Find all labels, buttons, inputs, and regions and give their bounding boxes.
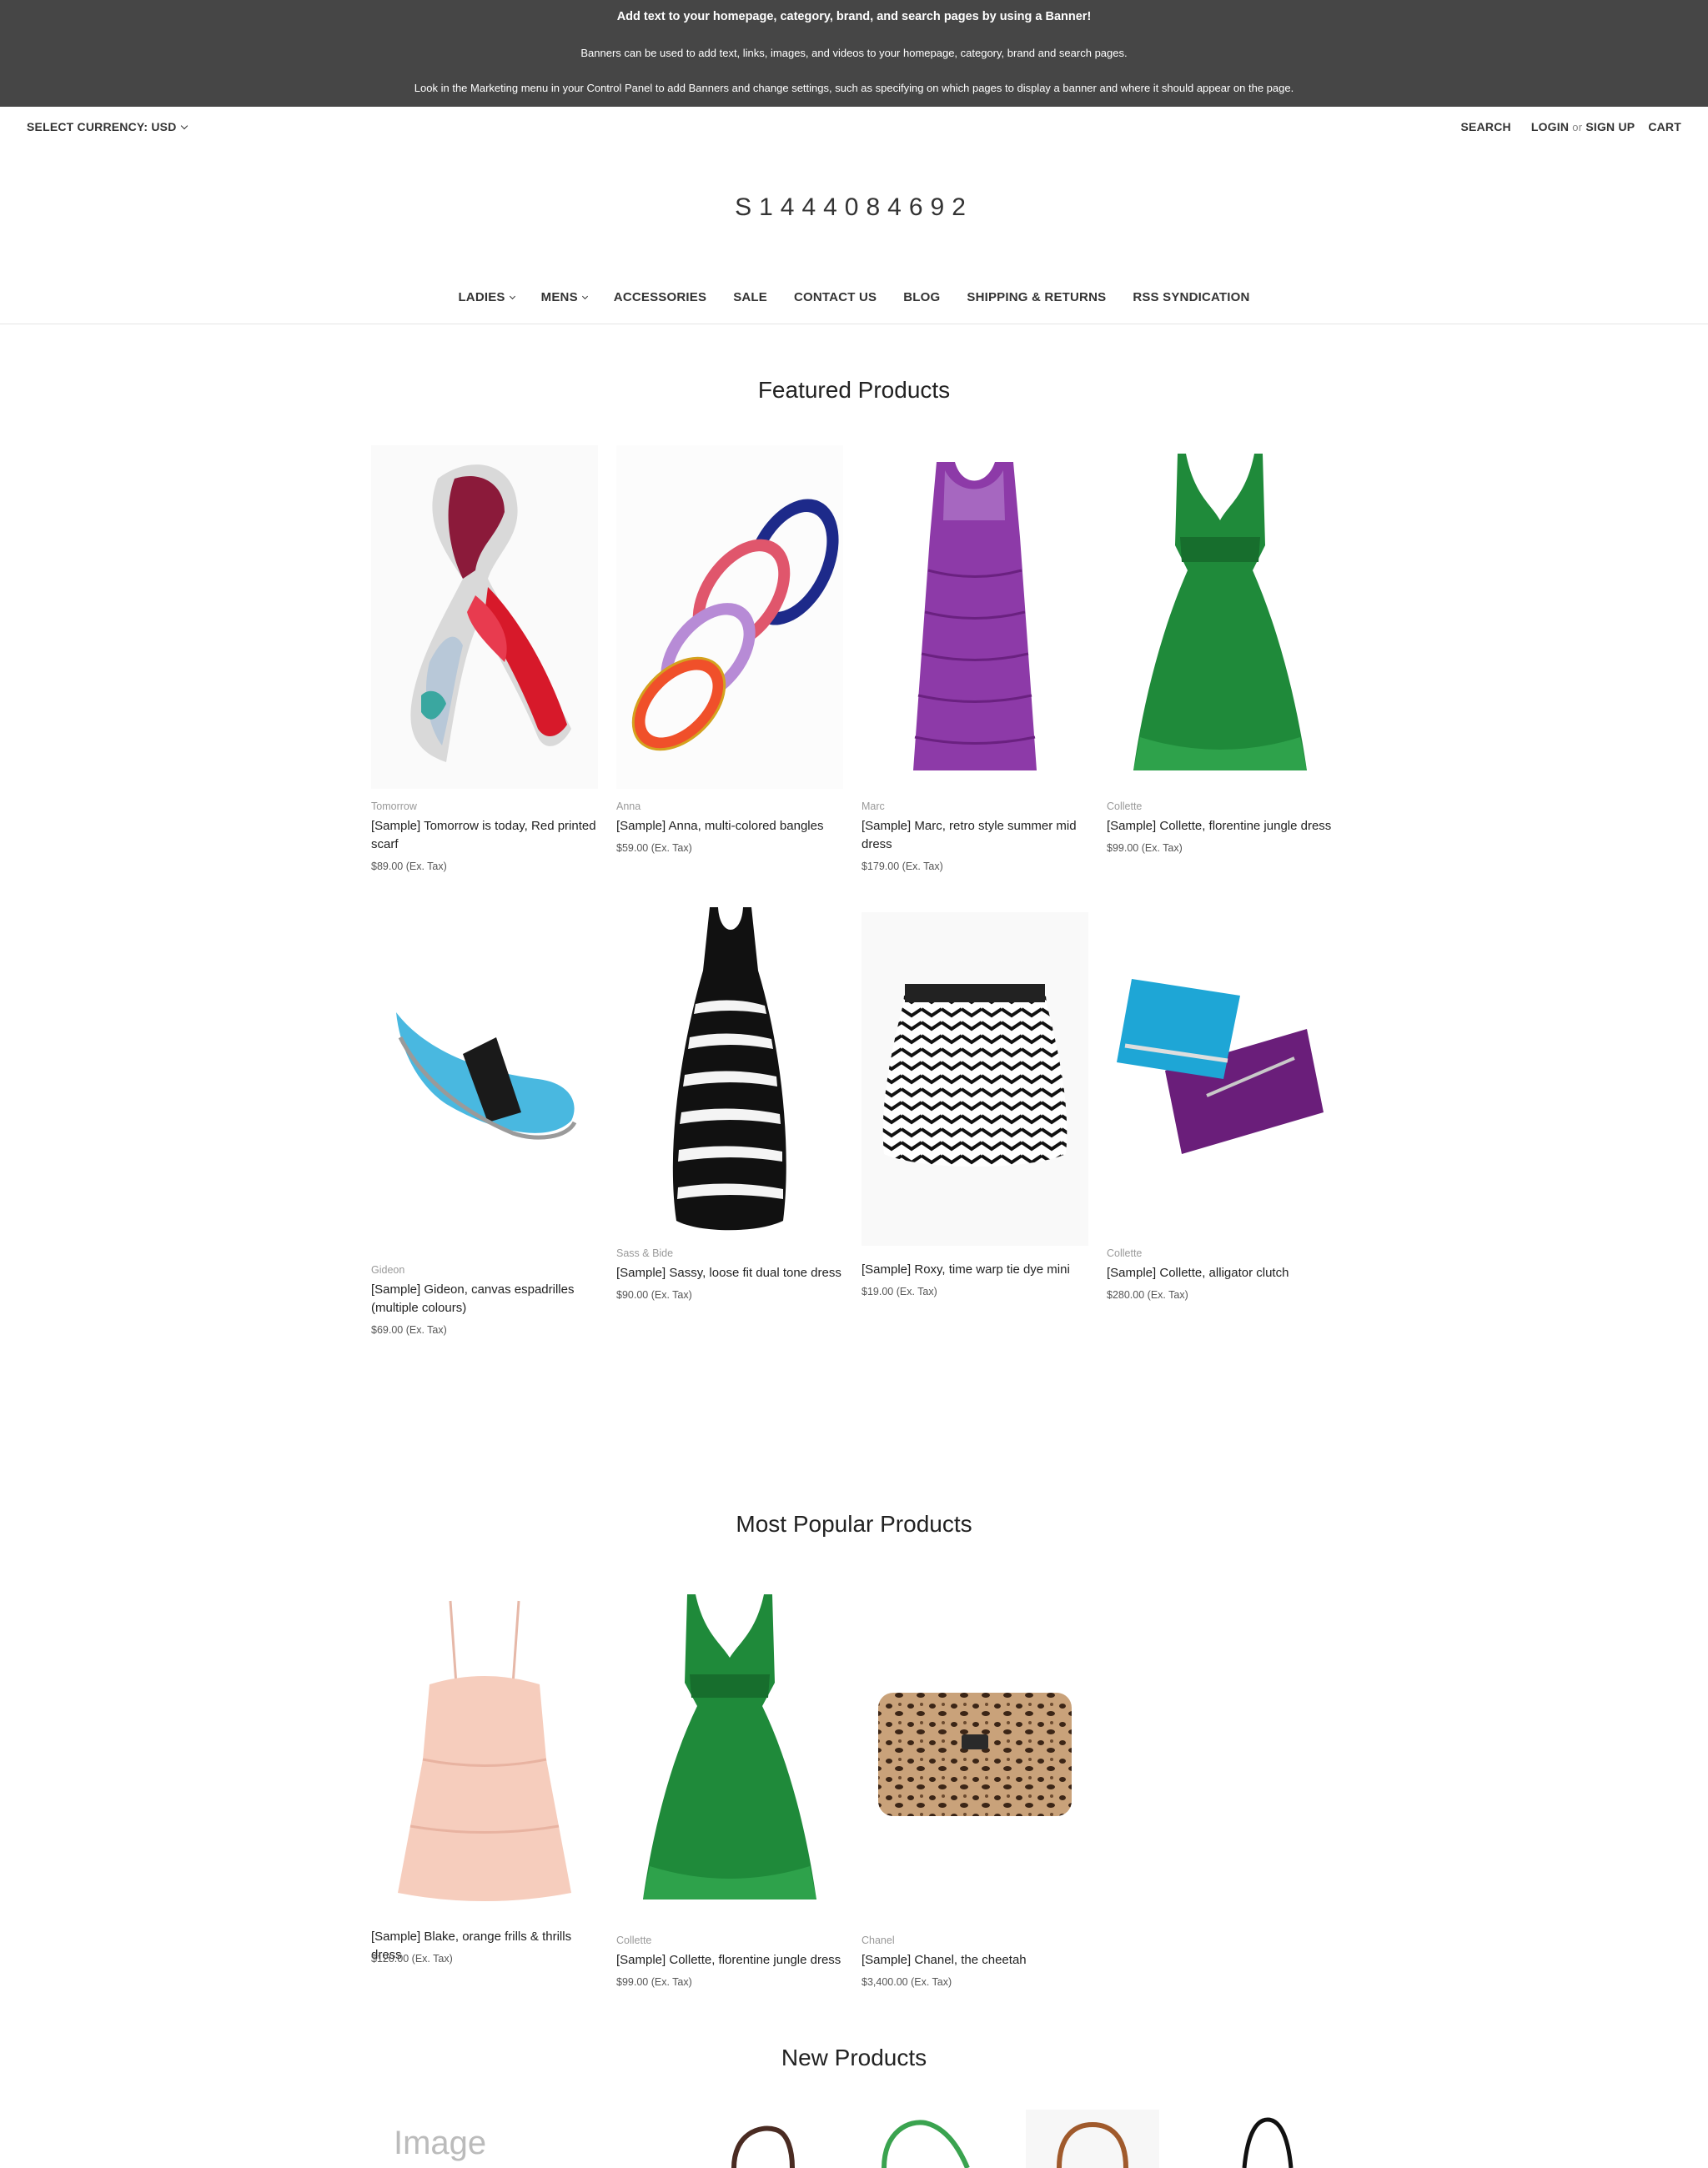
chevron-skirt-image[interactable]: [862, 912, 1088, 1246]
new-products-heading: New Products: [781, 2045, 927, 2070]
store-logo[interactable]: S1444084692: [0, 193, 1708, 222]
product-brand: Collette: [616, 1935, 652, 1946]
product-brand: Tomorrow: [371, 800, 417, 812]
product-price: $19.00 (Ex. Tax): [862, 1286, 937, 1297]
cart-link[interactable]: CART: [1648, 120, 1681, 133]
product-price: $3,400.00 (Ex. Tax): [862, 1976, 952, 1988]
product-price: $90.00 (Ex. Tax): [616, 1289, 692, 1301]
currency-selector[interactable]: SELECT CURRENCY: USD: [27, 120, 188, 133]
nav-accessories[interactable]: ACCESSORIES: [614, 290, 706, 304]
product-brand: Collette: [1107, 1247, 1143, 1259]
product-title[interactable]: [Sample] Marc, retro style summer mid dr…: [862, 817, 1088, 854]
product-title[interactable]: [Sample] Collette, alligator clutch: [1107, 1264, 1334, 1282]
clutch-image[interactable]: [1107, 904, 1334, 1247]
black-bag-image[interactable]: [1234, 2115, 1301, 2168]
product-title[interactable]: [Sample] Gideon, canvas espadrilles (mul…: [371, 1281, 598, 1317]
nav-blog[interactable]: BLOG: [903, 290, 940, 304]
nav-mens-label: MENS: [540, 290, 578, 304]
product-title[interactable]: [Sample] Collette, florentine jungle dre…: [616, 1951, 843, 1970]
espadrille-image[interactable]: [371, 904, 598, 1247]
green-dress-image[interactable]: [616, 1591, 843, 1908]
green-bag-image[interactable]: [876, 2115, 976, 2168]
chevron-down-icon: [180, 122, 188, 130]
currency-label: SELECT CURRENCY: USD: [27, 120, 177, 133]
leopard-clutch-image[interactable]: [862, 1591, 1088, 1908]
search-link[interactable]: SEARCH: [1461, 120, 1511, 133]
nav-rss[interactable]: RSS SYNDICATION: [1133, 290, 1249, 304]
product-price: $69.00 (Ex. Tax): [371, 1324, 447, 1336]
product-title[interactable]: [Sample] Sassy, loose fit dual tone dres…: [616, 1264, 843, 1282]
product-title[interactable]: [Sample] Roxy, time warp tie dye mini: [862, 1261, 1088, 1279]
login-link[interactable]: LOGIN: [1531, 120, 1569, 133]
product-brand: Sass & Bide: [616, 1247, 674, 1259]
product-price: $99.00 (Ex. Tax): [616, 1976, 692, 1988]
chevron-down-icon: [509, 293, 515, 300]
green-dress-image[interactable]: [1107, 445, 1334, 789]
nav-shipping[interactable]: SHIPPING & RETURNS: [967, 290, 1106, 304]
product-brand: Collette: [1107, 800, 1143, 812]
product-price: $89.00 (Ex. Tax): [371, 861, 447, 872]
product-title[interactable]: [Sample] Chanel, the cheetah: [862, 1951, 1088, 1970]
banner-text-secondary: Look in the Marketing menu in your Contr…: [414, 82, 1294, 94]
brown-bag-image[interactable]: [1026, 2110, 1159, 2168]
main-nav: LADIES MENS ACCESSORIES SALE CONTACT US …: [0, 290, 1708, 304]
product-brand: Gideon: [371, 1264, 405, 1276]
popular-heading: Most Popular Products: [736, 1511, 972, 1537]
nav-sale[interactable]: SALE: [733, 290, 767, 304]
image-placeholder: Image: [394, 2125, 487, 2161]
banner-text: Banners can be used to add text, links, …: [580, 47, 1128, 59]
purple-dress-image[interactable]: [862, 445, 1088, 789]
featured-heading: Featured Products: [757, 377, 951, 403]
top-bar: SELECT CURRENCY: USD SEARCH LOGIN or SIG…: [0, 107, 1708, 145]
product-brand: Anna: [616, 800, 641, 812]
product-title[interactable]: [Sample] Tomorrow is today, Red printed …: [371, 817, 598, 854]
announcement-banner: Add text to your homepage, category, bra…: [0, 0, 1708, 107]
product-price: $99.00 (Ex. Tax): [1107, 842, 1183, 854]
nav-ladies[interactable]: LADIES: [458, 290, 515, 304]
product-brand: Marc: [862, 800, 885, 812]
product-price: $120.00 (Ex. Tax): [371, 1953, 453, 1965]
nav-ladies-label: LADIES: [458, 290, 505, 304]
product-price: $179.00 (Ex. Tax): [862, 861, 943, 872]
nav-mens[interactable]: MENS: [540, 290, 588, 304]
product-brand: Chanel: [862, 1935, 895, 1946]
product-title[interactable]: [Sample] Anna, multi-colored bangles: [616, 817, 843, 836]
account-nav: SEARCH LOGIN or SIGN UP CART: [1461, 120, 1681, 133]
or-text: or: [1572, 121, 1583, 133]
product-price: $280.00 (Ex. Tax): [1107, 1289, 1188, 1301]
bag-strap-image[interactable]: [726, 2118, 801, 2168]
product-price: $59.00 (Ex. Tax): [616, 842, 692, 854]
signup-link[interactable]: SIGN UP: [1585, 120, 1635, 133]
chevron-down-icon: [581, 293, 588, 300]
product-title[interactable]: [Sample] Collette, florentine jungle dre…: [1107, 817, 1334, 836]
banner-title: Add text to your homepage, category, bra…: [616, 10, 1092, 23]
nav-contact[interactable]: CONTACT US: [794, 290, 877, 304]
tie-dye-dress-image[interactable]: [616, 904, 843, 1247]
peach-dress-image[interactable]: [371, 1593, 598, 1910]
scarf-image[interactable]: [371, 445, 598, 789]
bangles-image[interactable]: [616, 445, 843, 789]
